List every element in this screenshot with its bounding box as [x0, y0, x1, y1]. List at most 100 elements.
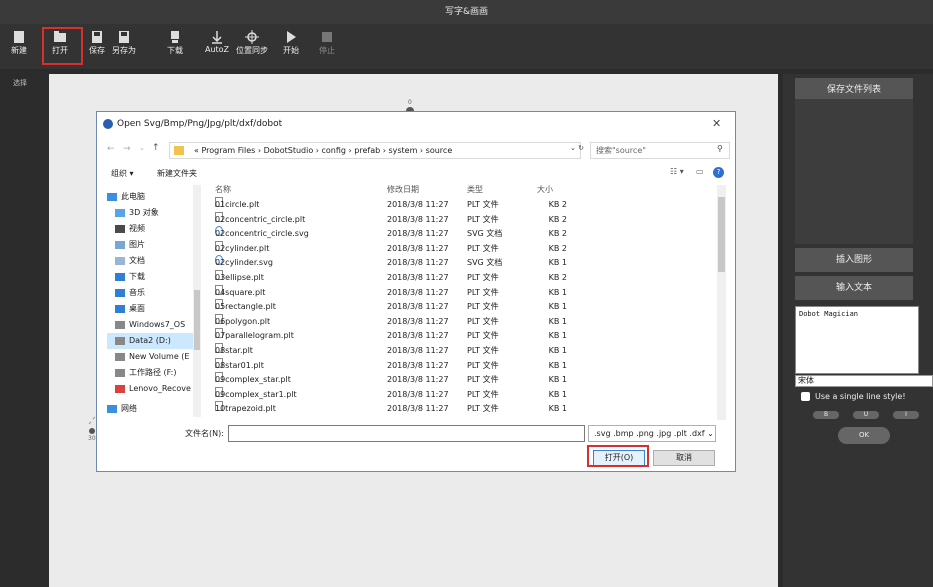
new-folder-button[interactable]: 新建文件夹 [157, 168, 197, 179]
tree-item[interactable]: 下载 [107, 269, 199, 285]
italic-button[interactable]: I [893, 411, 919, 419]
table-row[interactable]: 06polygon.plt 2018/3/8 11:27 PLT 文件 1 KB [207, 313, 707, 329]
text-input-area[interactable]: Dobot Magician [795, 306, 919, 374]
download-label: 下载 [167, 46, 183, 55]
up-arrow-icon[interactable]: ↑ [152, 143, 160, 153]
tree-item[interactable]: 视频 [107, 221, 199, 237]
file-type-filter[interactable]: .svg .bmp .png .jpg .plt .dxf ⌄ [588, 425, 716, 442]
tree-item[interactable]: 文档 [107, 253, 199, 269]
table-row[interactable]: 01circle.plt 2018/3/8 11:27 PLT 文件 2 KB [207, 197, 707, 212]
save-button[interactable]: 保存 [86, 28, 108, 64]
address-bar[interactable]: « Program Files › DobotStudio › config ›… [169, 142, 581, 159]
file-list[interactable]: 名称 修改日期 类型 大小 01circle.plt 2018/3/8 11:27… [207, 182, 717, 422]
file-date: 2018/3/8 11:27 [387, 346, 449, 355]
table-row[interactable]: 02concentric_circle.plt 2018/3/8 11:27 PLT… [207, 211, 707, 227]
folder-icon [174, 146, 184, 155]
organize-menu[interactable]: 组织 ▾ [111, 168, 134, 179]
tree-item[interactable]: 图片 [107, 237, 199, 253]
desktop-icon [115, 305, 125, 313]
column-header-date[interactable]: 修改日期 [387, 184, 419, 195]
table-row[interactable]: 08star01.plt 2018/3/8 11:27 PLT 文件 1 KB [207, 357, 707, 373]
breadcrumb[interactable]: « Program Files › DobotStudio › config ›… [194, 146, 452, 155]
underline-button[interactable]: U [853, 411, 879, 419]
select-tool[interactable]: 选择 [13, 78, 27, 88]
ok-button[interactable]: OK [838, 427, 890, 444]
preview-pane-icon[interactable]: ▭ [696, 167, 704, 176]
open-file-dialog: Open Svg/Bmp/Png/Jpg/plt/dxf/dobot ✕ ← →… [96, 111, 736, 472]
table-row[interactable]: 02cylinder.plt 2018/3/8 11:27 PLT 文件 2 KB [207, 240, 707, 256]
table-row[interactable]: 04square.plt 2018/3/8 11:27 PLT 文件 1 KB [207, 284, 707, 300]
sync-position-button[interactable]: 位置同步 [234, 28, 270, 64]
open-button-highlight [587, 445, 649, 467]
filename-label: 文件名(N): [185, 429, 224, 438]
new-button[interactable]: 新建 [8, 28, 30, 64]
file-date: 2018/3/8 11:27 [387, 331, 449, 341]
tree-item[interactable]: 工作路径 (F:) [107, 365, 199, 381]
tree-item[interactable]: 桌面 [107, 301, 199, 317]
start-button[interactable]: 开始 [280, 28, 302, 64]
file-date: 2018/3/8 11:27 [387, 258, 449, 268]
download-button[interactable]: 下载 [164, 28, 186, 64]
app-icon [103, 119, 113, 129]
crosshair-icon [245, 30, 259, 44]
search-input[interactable]: 搜索"source" [590, 142, 730, 159]
insert-shape-button[interactable]: 插入图形 [795, 248, 913, 272]
input-text-button[interactable]: 输入文本 [795, 276, 913, 300]
column-header-name[interactable]: 名称 [215, 184, 231, 195]
tree-item[interactable]: 此电脑 [107, 189, 199, 205]
save-as-label: 另存为 [112, 46, 136, 55]
column-header-size[interactable]: 大小 [537, 184, 553, 195]
tree-item[interactable]: Windows7_OS [107, 317, 199, 333]
table-row[interactable]: 02cylinder.svg 2018/3/8 11:27 SVG 文档 1 KB [207, 255, 707, 270]
drive-icon [115, 321, 125, 329]
tree-item[interactable]: 网络 [107, 401, 199, 417]
file-date: 2018/3/8 11:27 [387, 302, 449, 312]
app-title: 写字&画画 [0, 0, 933, 24]
table-row[interactable]: 10trapezoid.plt 2018/3/8 11:27 PLT 文件 1 KB [207, 401, 707, 416]
autoz-button[interactable]: AutoZ [204, 28, 230, 64]
table-row[interactable]: 02concentric_circle.svg 2018/3/8 11:27 SVG… [207, 226, 707, 241]
navigation-tree[interactable]: 此电脑 3D 对象 视频 图片 文档 下载 音乐 桌面 Windows7_OS … [107, 185, 203, 420]
close-icon[interactable]: ✕ [712, 117, 721, 130]
stop-label: 停止 [319, 46, 335, 55]
file-type: PLT 文件 [467, 331, 499, 341]
file-type: PLT 文件 [467, 287, 499, 297]
cancel-button[interactable]: 取消 [653, 450, 715, 466]
table-row[interactable]: 05rectangle.plt 2018/3/8 11:27 PLT 文件 1 KB [207, 299, 707, 314]
tree-item[interactable]: New Volume (E [107, 349, 199, 365]
filename-input[interactable] [228, 425, 585, 442]
table-row[interactable]: 03ellipse.plt 2018/3/8 11:27 PLT 文件 2 KB [207, 270, 707, 285]
tree-scrollbar-thumb[interactable] [194, 290, 200, 350]
save-label: 保存 [89, 46, 105, 55]
documents-icon [115, 257, 125, 265]
column-header-type[interactable]: 类型 [467, 184, 483, 195]
saved-files-list[interactable] [795, 99, 913, 244]
command-bar: 组织 ▾ 新建文件夹 ☷ ▾ ▭ ? [97, 164, 737, 182]
font-select[interactable]: 宋体 [795, 375, 933, 387]
checkbox-box[interactable] [801, 392, 810, 401]
bold-button[interactable]: B [813, 411, 839, 419]
stop-button[interactable]: 停止 [316, 28, 338, 64]
view-options-icon[interactable]: ☷ ▾ [670, 167, 684, 176]
tree-item-selected[interactable]: Data2 (D:) [107, 333, 199, 349]
save-as-button[interactable]: 另存为 [110, 28, 138, 64]
table-row[interactable]: 08star.plt 2018/3/8 11:27 PLT 文件 1 KB [207, 343, 707, 358]
help-icon[interactable]: ? [713, 167, 724, 178]
file-type: PLT 文件 [467, 200, 499, 209]
music-icon [115, 289, 125, 297]
start-label: 开始 [283, 46, 299, 55]
table-row[interactable]: 07parallelogram.plt 2018/3/8 11:27 PLT 文件 1… [207, 328, 707, 343]
file-type: PLT 文件 [467, 316, 499, 326]
tree-item[interactable]: Lenovo_Recove [107, 381, 199, 397]
table-row[interactable]: 09complex_star1.plt 2018/3/8 11:27 PLT 文件 1… [207, 386, 707, 402]
refresh-icon[interactable]: ⌄ ↻ [570, 144, 584, 152]
forward-icon[interactable]: → [123, 144, 131, 154]
tree-item[interactable]: 音乐 [107, 285, 199, 301]
single-line-checkbox[interactable]: Use a single line style! [801, 392, 906, 401]
computer-icon [107, 193, 117, 201]
back-icon[interactable]: ← [107, 144, 115, 154]
chevron-down-icon[interactable]: ⌄ [139, 144, 145, 152]
table-row[interactable]: 09complex_star.plt 2018/3/8 11:27 PLT 文件 1 … [207, 372, 707, 387]
tree-item[interactable]: 3D 对象 [107, 205, 199, 221]
list-scrollbar-thumb[interactable] [718, 197, 725, 272]
